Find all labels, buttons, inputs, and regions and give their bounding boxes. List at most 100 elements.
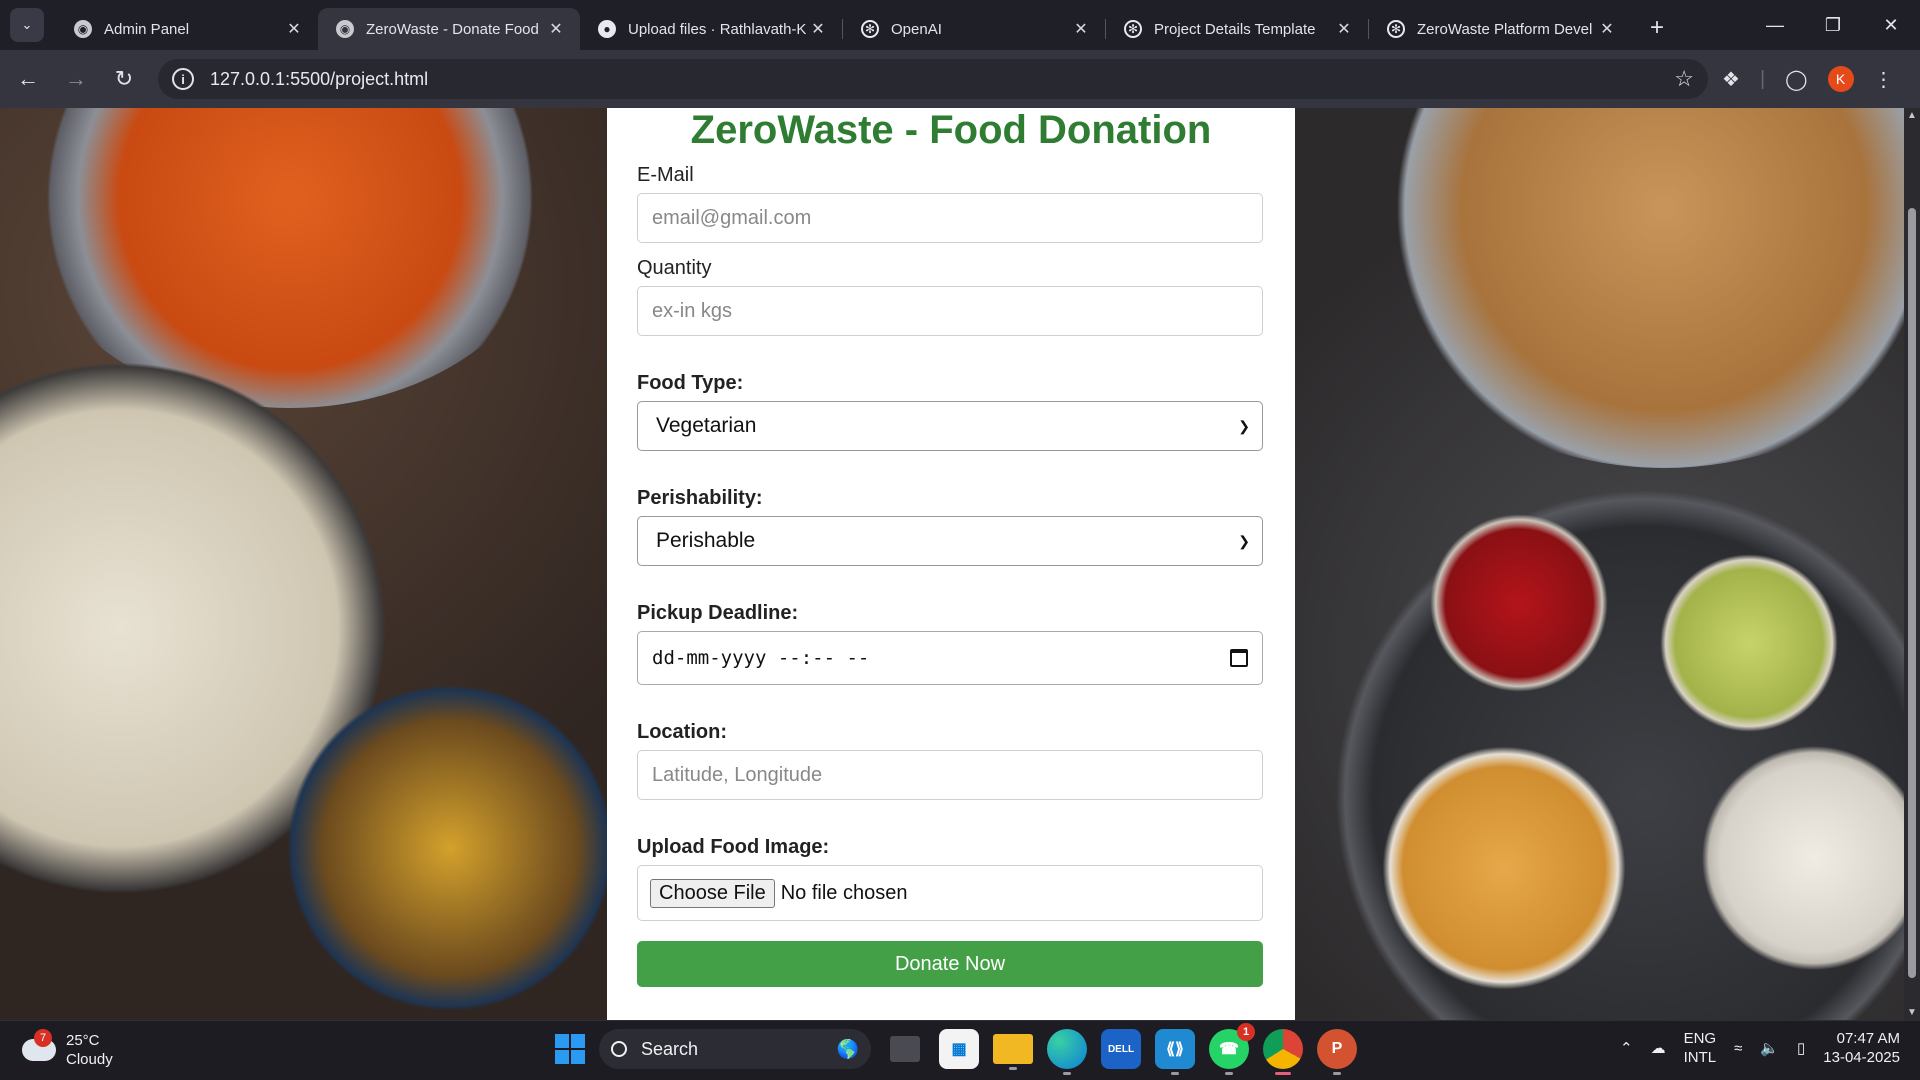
email-placeholder: email@gmail.com [652, 206, 812, 229]
close-tab-icon[interactable]: ✕ [284, 19, 304, 39]
pickup-deadline-field[interactable]: dd-mm-yyyy --:-- -- [637, 631, 1263, 685]
openai-icon: ✻ [1387, 20, 1405, 38]
openai-icon: ✻ [1124, 20, 1142, 38]
tab-zerowaste-donate-food[interactable]: ◉ ZeroWaste - Donate Food ✕ [318, 8, 580, 50]
page-title: ZeroWaste - Food Donation [690, 108, 1212, 152]
edge-browser-icon[interactable] [1047, 1029, 1087, 1075]
powerpoint-icon[interactable]: P [1317, 1029, 1357, 1075]
email-label: E-Mail [637, 164, 694, 186]
taskbar-apps: Search 🌎 ▦ DELL ⟪⟫ ☎ 1 P [555, 1023, 1357, 1075]
close-tab-icon[interactable]: ✕ [1071, 19, 1091, 39]
close-tab-icon[interactable]: ✕ [808, 19, 828, 39]
speaker-muted-icon[interactable]: 🔈 [1760, 1039, 1779, 1057]
system-tray: ⌃ ☁ ENG INTL ≈ 🔈 ▯ 07:47 AM 13-04-2025 [1620, 1029, 1900, 1067]
vegetable-bowl-image [270, 668, 630, 1020]
performance-icon[interactable]: ◯ [1785, 67, 1807, 92]
chevron-down-icon: ❯ [1238, 417, 1250, 434]
tab-title: Admin Panel [104, 20, 190, 38]
donate-now-button[interactable]: Donate Now [637, 941, 1263, 987]
scroll-up-arrow-icon[interactable]: ▲ [1907, 110, 1917, 121]
calendar-icon[interactable] [1230, 649, 1248, 667]
new-tab-plus-icon[interactable]: + [1639, 10, 1675, 46]
tab-search-chevron-icon[interactable]: ⌄ [10, 8, 44, 42]
task-view-icon[interactable] [890, 1036, 920, 1062]
chrome-icon[interactable] [1263, 1029, 1303, 1075]
whatsapp-notification-badge: 1 [1237, 1023, 1255, 1041]
minimize-icon[interactable]: — [1746, 15, 1804, 36]
clock[interactable]: 07:47 AM 13-04-2025 [1823, 1029, 1900, 1067]
language-top: ENG [1683, 1030, 1717, 1047]
close-window-icon[interactable]: ✕ [1862, 15, 1920, 36]
perishability-select[interactable]: Perishable ❯ [637, 516, 1263, 566]
upload-image-field[interactable]: Choose File No file chosen [637, 865, 1263, 921]
wifi-icon[interactable]: ≈ [1734, 1040, 1742, 1057]
green-chutney-image [1654, 548, 1844, 738]
site-info-icon[interactable]: i [172, 68, 194, 90]
close-tab-icon[interactable]: ✕ [1597, 19, 1617, 39]
bookmark-star-icon[interactable]: ☆ [1674, 66, 1694, 92]
tab-title: ZeroWaste - Donate Food [366, 20, 539, 38]
weather-widget[interactable]: 7 25°C Cloudy [22, 1029, 113, 1069]
close-tab-icon[interactable]: ✕ [1334, 19, 1354, 39]
tab-title: ZeroWaste Platform Devel [1417, 20, 1593, 38]
taskbar-search[interactable]: Search 🌎 [599, 1029, 871, 1069]
perishability-label: Perishability: [637, 487, 763, 509]
address-bar[interactable]: i 127.0.0.1:5500/project.html ☆ [158, 59, 1708, 99]
close-tab-icon[interactable]: ✕ [546, 19, 566, 39]
clock-date: 13-04-2025 [1823, 1049, 1900, 1066]
show-hidden-icons-chevron-icon[interactable]: ⌃ [1620, 1039, 1633, 1057]
tab-title: Upload files · Rathlavath-K [628, 20, 807, 38]
tab-admin-panel[interactable]: ◉ Admin Panel ✕ [56, 8, 318, 50]
forward-arrow-icon[interactable]: → [56, 59, 96, 99]
language-bottom: INTL [1683, 1049, 1717, 1066]
battery-icon[interactable]: ▯ [1797, 1039, 1805, 1057]
quantity-field[interactable]: ex-in kgs [637, 286, 1263, 336]
page-viewport: ZeroWaste - Food Donation E-Mail email@g… [0, 108, 1904, 1020]
email-field[interactable]: email@gmail.com [637, 193, 1263, 243]
tab-openai[interactable]: ✻ OpenAI ✕ [843, 8, 1105, 50]
location-label: Location: [637, 721, 727, 743]
vscode-icon[interactable]: ⟪⟫ [1155, 1029, 1195, 1075]
tab-title: OpenAI [891, 20, 942, 38]
profile-avatar[interactable]: K [1827, 66, 1854, 92]
back-arrow-icon[interactable]: ← [8, 59, 48, 99]
search-highlight-globe-icon: 🌎 [836, 1038, 859, 1059]
clock-time: 07:47 AM [1836, 1030, 1900, 1047]
dell-support-icon[interactable]: DELL [1101, 1029, 1141, 1069]
tab-github-upload[interactable]: ● Upload files · Rathlavath-K ✕ [580, 8, 842, 50]
extensions-puzzle-icon[interactable]: ❖ [1722, 67, 1740, 92]
cloud-weather-icon: 7 [22, 1029, 56, 1061]
reload-icon[interactable]: ↻ [104, 59, 144, 99]
restore-icon[interactable]: ❐ [1804, 15, 1862, 36]
tab-title: Project Details Template [1154, 20, 1316, 38]
tab-project-details-template[interactable]: ✻ Project Details Template ✕ [1106, 8, 1368, 50]
choose-file-button[interactable]: Choose File [650, 878, 775, 908]
pickup-deadline-value: dd-mm-yyyy --:-- -- [652, 647, 870, 669]
address-url[interactable]: 127.0.0.1:5500/project.html [210, 69, 1674, 90]
tab-zerowaste-platform[interactable]: ✻ ZeroWaste Platform Devel ✕ [1369, 8, 1631, 50]
chevron-down-icon: ❯ [1238, 532, 1250, 549]
food-background-right [1294, 108, 1904, 1020]
whatsapp-icon[interactable]: ☎ 1 [1209, 1023, 1255, 1075]
file-explorer-icon[interactable] [993, 1034, 1033, 1070]
browser-toolbar: ← → ↻ i 127.0.0.1:5500/project.html ☆ ❖ … [0, 50, 1920, 108]
quantity-label: Quantity [637, 257, 712, 279]
microsoft-store-icon[interactable]: ▦ [939, 1029, 979, 1069]
food-background-left [0, 108, 630, 1020]
browser-menu-icon[interactable]: ⋮ [1874, 67, 1894, 92]
red-chutney-image [1424, 508, 1614, 698]
scroll-down-arrow-icon[interactable]: ▼ [1907, 1007, 1917, 1018]
food-type-select[interactable]: Vegetarian ❯ [637, 401, 1263, 451]
start-windows-icon[interactable] [555, 1034, 585, 1064]
weather-badge: 7 [34, 1029, 52, 1047]
globe-icon: ◉ [74, 20, 92, 38]
location-field[interactable]: Latitude, Longitude [637, 750, 1263, 800]
onedrive-cloud-icon[interactable]: ☁ [1651, 1039, 1666, 1057]
scrollbar-thumb[interactable] [1908, 208, 1916, 978]
toolbar-divider: | [1759, 67, 1766, 90]
perishability-value: Perishable [656, 529, 756, 552]
page-scrollbar[interactable]: ▲ ▼ [1904, 108, 1920, 1020]
openai-icon: ✻ [861, 20, 879, 38]
language-indicator[interactable]: ENG INTL [1684, 1029, 1717, 1067]
search-icon [611, 1041, 627, 1057]
